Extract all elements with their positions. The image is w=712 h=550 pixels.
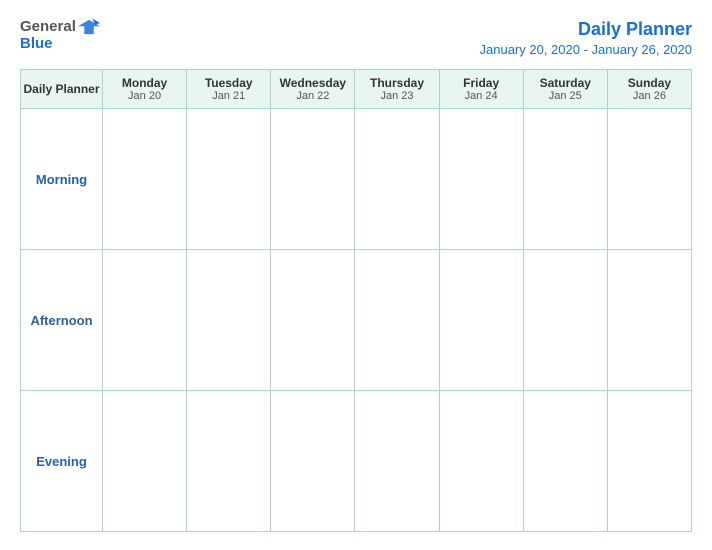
- col-sunday: Sunday Jan 26: [607, 70, 691, 109]
- afternoon-monday[interactable]: [103, 250, 187, 391]
- col-wednesday: Wednesday Jan 22: [271, 70, 355, 109]
- afternoon-wednesday[interactable]: [271, 250, 355, 391]
- morning-thursday[interactable]: [355, 109, 439, 250]
- header: General Blue Daily Planner January 20, 2…: [20, 18, 692, 59]
- evening-wednesday[interactable]: [271, 391, 355, 532]
- monday-date: Jan 20: [105, 90, 184, 102]
- morning-tuesday[interactable]: [187, 109, 271, 250]
- evening-thursday[interactable]: [355, 391, 439, 532]
- col-monday: Monday Jan 20: [103, 70, 187, 109]
- morning-label: Morning: [21, 109, 103, 250]
- logo-blue-text: Blue: [20, 36, 53, 53]
- sunday-date: Jan 26: [610, 90, 689, 102]
- col-friday: Friday Jan 24: [439, 70, 523, 109]
- evening-label: Evening: [21, 391, 103, 532]
- col-saturday: Saturday Jan 25: [523, 70, 607, 109]
- evening-row: Evening: [21, 391, 692, 532]
- afternoon-tuesday[interactable]: [187, 250, 271, 391]
- daily-planner-col-label: Daily Planner: [23, 82, 100, 96]
- afternoon-saturday[interactable]: [523, 250, 607, 391]
- afternoon-row: Afternoon: [21, 250, 692, 391]
- evening-saturday[interactable]: [523, 391, 607, 532]
- evening-sunday[interactable]: [607, 391, 691, 532]
- thursday-name: Thursday: [357, 76, 436, 90]
- evening-tuesday[interactable]: [187, 391, 271, 532]
- first-col-header: Daily Planner: [21, 70, 103, 109]
- morning-saturday[interactable]: [523, 109, 607, 250]
- morning-monday[interactable]: [103, 109, 187, 250]
- morning-row: Morning: [21, 109, 692, 250]
- thursday-date: Jan 23: [357, 90, 436, 102]
- col-tuesday: Tuesday Jan 21: [187, 70, 271, 109]
- morning-friday[interactable]: [439, 109, 523, 250]
- page: General Blue Daily Planner January 20, 2…: [0, 0, 712, 550]
- wednesday-date: Jan 22: [273, 90, 352, 102]
- friday-date: Jan 24: [442, 90, 521, 102]
- logo-bird-icon: [78, 18, 100, 36]
- planner-title: Daily Planner: [578, 19, 692, 39]
- afternoon-thursday[interactable]: [355, 250, 439, 391]
- header-row: Daily Planner Monday Jan 20 Tuesday Jan …: [21, 70, 692, 109]
- afternoon-sunday[interactable]: [607, 250, 691, 391]
- saturday-date: Jan 25: [526, 90, 605, 102]
- sunday-name: Sunday: [610, 76, 689, 90]
- morning-wednesday[interactable]: [271, 109, 355, 250]
- monday-name: Monday: [105, 76, 184, 90]
- col-thursday: Thursday Jan 23: [355, 70, 439, 109]
- logo-general-text: General: [20, 19, 76, 36]
- friday-name: Friday: [442, 76, 521, 90]
- calendar-table: Daily Planner Monday Jan 20 Tuesday Jan …: [20, 69, 692, 532]
- tuesday-date: Jan 21: [189, 90, 268, 102]
- saturday-name: Saturday: [526, 76, 605, 90]
- afternoon-label: Afternoon: [21, 250, 103, 391]
- evening-friday[interactable]: [439, 391, 523, 532]
- morning-sunday[interactable]: [607, 109, 691, 250]
- wednesday-name: Wednesday: [273, 76, 352, 90]
- evening-monday[interactable]: [103, 391, 187, 532]
- tuesday-name: Tuesday: [189, 76, 268, 90]
- logo: General Blue: [20, 18, 100, 53]
- afternoon-friday[interactable]: [439, 250, 523, 391]
- title-block: Daily Planner January 20, 2020 - January…: [480, 18, 692, 59]
- date-range: January 20, 2020 - January 26, 2020: [480, 42, 692, 57]
